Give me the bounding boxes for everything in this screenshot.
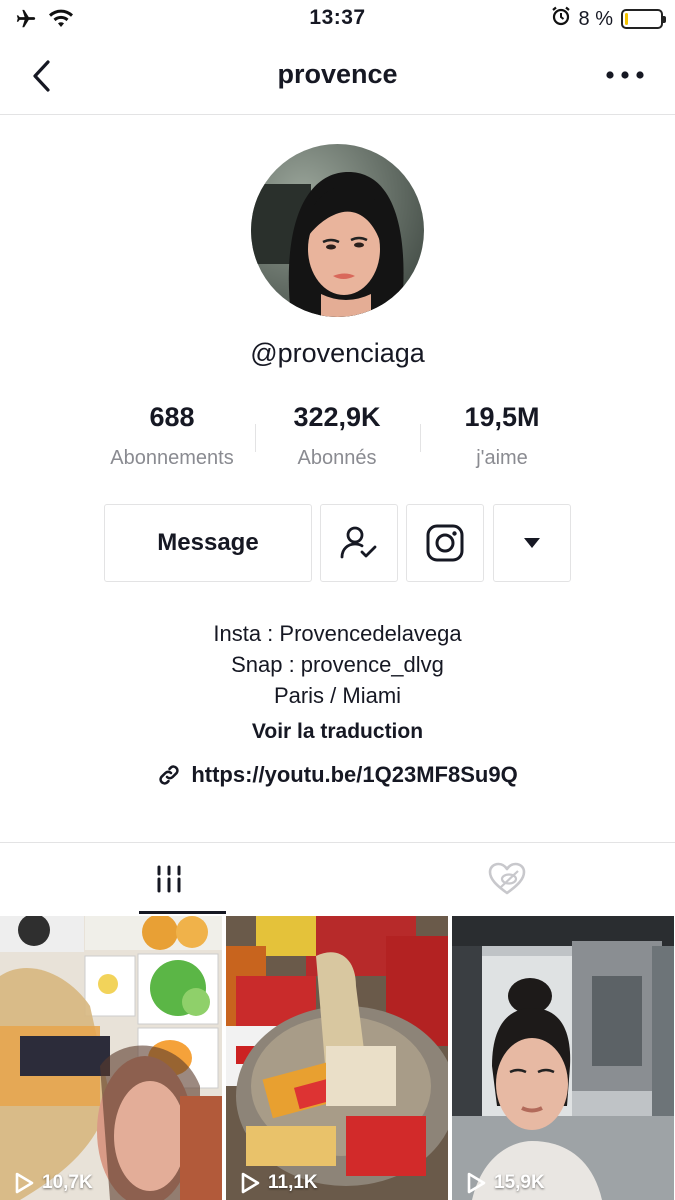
stat-followers-value: 322,9K — [293, 402, 381, 432]
view-count: 11,1K — [240, 1172, 318, 1194]
video-thumbnail[interactable]: 15,9K — [452, 916, 674, 1200]
play-icon — [15, 1172, 34, 1194]
video-thumbnail[interactable]: 10,7K — [0, 916, 222, 1200]
tab-videos[interactable] — [0, 843, 337, 915]
video-thumbnail[interactable]: 11,1K — [226, 916, 448, 1200]
link-icon — [159, 765, 179, 785]
instagram-icon — [426, 524, 464, 562]
see-translation-link[interactable]: Voir la traduction — [0, 720, 675, 744]
nav-bar: provence — [0, 38, 675, 115]
view-count-text: 11,1K — [268, 1172, 318, 1193]
dropdown-arrow-icon — [524, 538, 540, 548]
profile-tabs — [0, 842, 675, 914]
stat-likes-label: j'aime — [476, 447, 528, 469]
following-check-icon — [340, 526, 377, 559]
view-count: 10,7K — [14, 1172, 93, 1194]
bio-line-instagram: Insta : Provencedelavega — [213, 621, 462, 646]
view-count-text: 15,9K — [494, 1172, 545, 1193]
more-actions-dropdown[interactable] — [493, 504, 571, 582]
bio-line-snapchat: Snap : provence_dlvg — [231, 652, 444, 677]
battery-percent: 8 % — [578, 7, 613, 30]
play-icon — [467, 1172, 486, 1194]
status-right: 8 % — [551, 6, 666, 32]
stat-likes: 19,5M j'aime — [417, 402, 587, 470]
battery-level — [625, 13, 629, 25]
battery-icon — [621, 9, 666, 29]
active-tab-indicator — [139, 911, 226, 914]
stat-followers-label: Abonnés — [297, 447, 377, 469]
username: @provenciaga — [250, 338, 425, 368]
status-bar: 13:37 8 % — [0, 0, 675, 38]
stat-following-label: Abonnements — [110, 447, 234, 469]
view-count: 15,9K — [466, 1172, 545, 1194]
bio-link[interactable]: https://youtu.be/1Q23MF8Su9Q — [0, 762, 675, 788]
tab-liked[interactable] — [338, 843, 675, 915]
message-button[interactable]: Message — [104, 504, 312, 582]
stat-followers[interactable]: 322,9K Abonnés — [252, 402, 422, 470]
bio-link-text: https://youtu.be/1Q23MF8Su9Q — [191, 762, 518, 787]
stat-likes-value: 19,5M — [464, 402, 540, 432]
play-icon — [241, 1172, 260, 1194]
profile-avatar[interactable] — [251, 144, 424, 317]
more-options-button[interactable] — [603, 60, 647, 90]
videos-grid-icon — [157, 865, 180, 893]
view-count-text: 10,7K — [42, 1172, 93, 1193]
liked-hidden-icon — [488, 862, 525, 895]
following-button[interactable] — [320, 504, 398, 582]
page-title: provence — [277, 59, 398, 89]
instagram-button[interactable] — [406, 504, 484, 582]
bio-line-location: Paris / Miami — [273, 683, 402, 708]
alarm-icon — [551, 6, 571, 32]
more-dots-icon — [606, 71, 644, 79]
stat-following[interactable]: 688 Abonnements — [87, 402, 257, 470]
stat-following-value: 688 — [149, 402, 195, 432]
